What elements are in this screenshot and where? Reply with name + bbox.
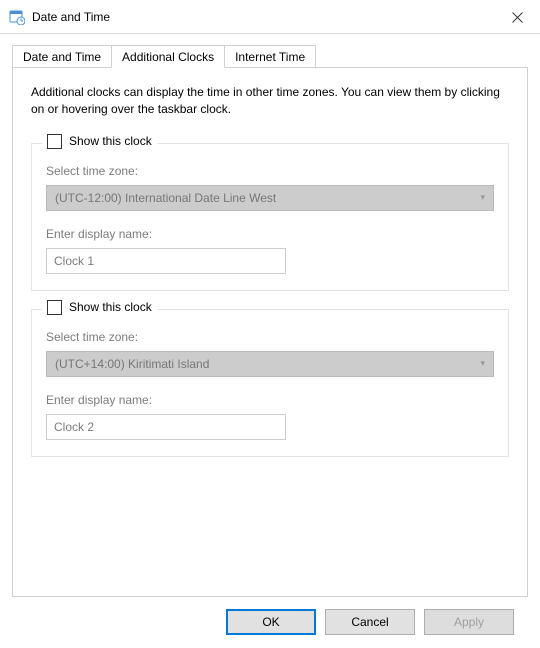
clock1-legend: Show this clock <box>42 134 157 149</box>
tab-date-and-time[interactable]: Date and Time <box>12 45 112 68</box>
clock2-tz-dropdown[interactable]: (UTC+14:00) Kiritimati Island ▾ <box>46 351 494 377</box>
clock1-show-label[interactable]: Show this clock <box>69 134 152 148</box>
description-text: Additional clocks can display the time i… <box>31 84 509 119</box>
clock2-tz-value: (UTC+14:00) Kiritimati Island <box>55 357 209 371</box>
clock1-name-input[interactable]: Clock 1 <box>46 248 286 274</box>
clock2-group: Show this clock Select time zone: (UTC+1… <box>31 309 509 457</box>
app-icon <box>8 8 26 26</box>
clock1-name-label: Enter display name: <box>46 227 494 241</box>
clock1-group: Show this clock Select time zone: (UTC-1… <box>31 143 509 291</box>
clock2-name-value: Clock 2 <box>54 420 94 434</box>
close-icon <box>512 12 523 23</box>
content-area: Date and Time Additional Clocks Internet… <box>0 34 540 647</box>
clock1-show-checkbox[interactable] <box>47 134 62 149</box>
clock2-show-checkbox[interactable] <box>47 300 62 315</box>
clock1-name-value: Clock 1 <box>54 254 94 268</box>
clock2-legend: Show this clock <box>42 300 157 315</box>
button-row: OK Cancel Apply <box>12 597 528 635</box>
close-button[interactable] <box>494 0 540 34</box>
tab-additional-clocks[interactable]: Additional Clocks <box>111 45 225 68</box>
clock2-tz-label: Select time zone: <box>46 330 494 344</box>
clock1-tz-label: Select time zone: <box>46 164 494 178</box>
cancel-button[interactable]: Cancel <box>325 609 415 635</box>
clock2-name-input[interactable]: Clock 2 <box>46 414 286 440</box>
tab-strip: Date and Time Additional Clocks Internet… <box>12 44 528 67</box>
chevron-down-icon: ▾ <box>480 192 485 203</box>
clock1-tz-value: (UTC-12:00) International Date Line West <box>55 191 276 205</box>
titlebar: Date and Time <box>0 0 540 34</box>
tab-panel-additional-clocks: Additional clocks can display the time i… <box>12 67 528 597</box>
apply-button[interactable]: Apply <box>424 609 514 635</box>
clock2-name-label: Enter display name: <box>46 393 494 407</box>
clock2-show-label[interactable]: Show this clock <box>69 300 152 314</box>
window-title: Date and Time <box>32 10 110 24</box>
ok-button[interactable]: OK <box>226 609 316 635</box>
chevron-down-icon: ▾ <box>480 358 485 369</box>
clock1-tz-dropdown[interactable]: (UTC-12:00) International Date Line West… <box>46 185 494 211</box>
tab-internet-time[interactable]: Internet Time <box>224 45 316 68</box>
